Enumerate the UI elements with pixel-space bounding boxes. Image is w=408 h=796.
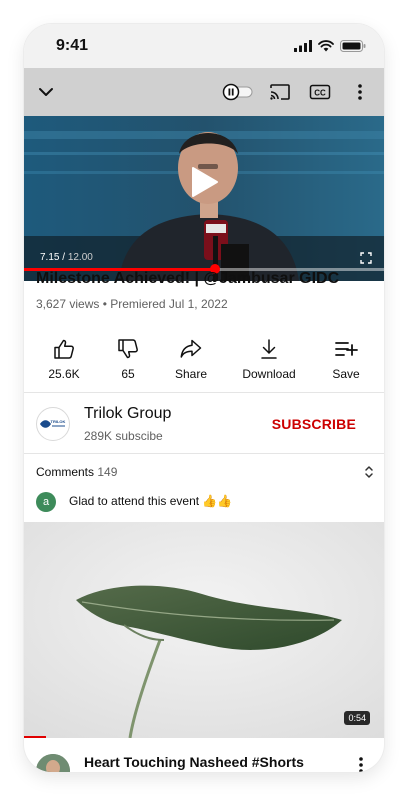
fullscreen-icon[interactable] (358, 250, 374, 266)
channel-logo-text: TRILOK (51, 419, 66, 424)
status-bar: 9:41 (24, 24, 384, 68)
more-vert-icon[interactable] (348, 80, 372, 104)
like-button[interactable]: 25.6K (32, 336, 96, 381)
video-title: Milestone Achieved! | @Jambusar GIDC (36, 270, 340, 287)
short-thumbnail[interactable] (24, 522, 384, 738)
comment-text: Glad to attend this event 👍👍 (69, 494, 233, 508)
save-playlist-icon (314, 336, 378, 362)
status-icons (294, 39, 366, 57)
video-player[interactable]: CC 7.15 / 12.00 (24, 68, 384, 281)
autoplay-toggle-icon[interactable] (220, 80, 256, 104)
download-button[interactable]: Download (237, 336, 301, 381)
comments-label: Comments (36, 465, 95, 479)
current-time: 7.15 (40, 252, 60, 263)
battery-icon (340, 39, 366, 57)
dislike-button[interactable]: 65 (96, 336, 160, 381)
short-watch-progress (24, 736, 46, 738)
play-icon[interactable] (187, 165, 221, 199)
short-duration: 0:54 (344, 711, 370, 725)
total-duration: 12.00 (67, 252, 93, 263)
share-icon (159, 336, 223, 362)
comment-avatar: a (36, 492, 56, 512)
video-timecode: 7.15 / 12.00 (40, 252, 93, 263)
svg-text:CC: CC (314, 89, 326, 98)
leaf-image (24, 522, 384, 738)
channel-avatar[interactable]: TRILOK (36, 407, 70, 441)
chevron-down-icon[interactable] (34, 80, 58, 104)
player-top-bar: CC (24, 68, 384, 116)
save-button[interactable]: Save (314, 336, 378, 381)
time-separator: / (59, 252, 68, 263)
captions-icon[interactable]: CC (308, 80, 332, 104)
save-label: Save (332, 367, 360, 381)
divider (24, 392, 384, 393)
comments-header[interactable]: Comments 149 (36, 465, 117, 479)
more-vert-icon[interactable] (358, 756, 364, 772)
expand-toggle-icon[interactable] (364, 465, 374, 484)
channel-subscribers: 289K subscibe (84, 429, 163, 443)
video-meta: 3,627 views • Premiered Jul 1, 2022 (36, 297, 228, 311)
thumbs-up-icon (32, 336, 96, 362)
divider (24, 453, 384, 454)
channel-logo: TRILOK (40, 419, 66, 428)
short-channel-avatar[interactable] (36, 754, 70, 772)
channel-name[interactable]: Trilok Group (84, 405, 171, 423)
status-time: 9:41 (56, 37, 89, 54)
dislike-count: 65 (121, 367, 135, 381)
signal-icon (294, 39, 312, 57)
action-bar: 25.6K 65 Share Download Save (24, 336, 384, 392)
phone-frame: 9:41 CC 7.15 / 12.00 Milestone Achieved!… (24, 24, 384, 772)
comments-count: 149 (97, 465, 118, 479)
wifi-icon (318, 39, 334, 57)
cast-icon[interactable] (268, 80, 292, 104)
short-title[interactable]: Heart Touching Nasheed #Shorts (84, 754, 304, 770)
download-label: Download (242, 367, 296, 381)
share-label: Share (174, 367, 208, 381)
subscribe-button[interactable]: SUBSCRIBE (272, 416, 356, 432)
download-icon (237, 336, 301, 362)
thumbs-down-icon (96, 336, 160, 362)
share-button[interactable]: Share (159, 336, 223, 381)
like-count: 25.6K (48, 367, 80, 381)
